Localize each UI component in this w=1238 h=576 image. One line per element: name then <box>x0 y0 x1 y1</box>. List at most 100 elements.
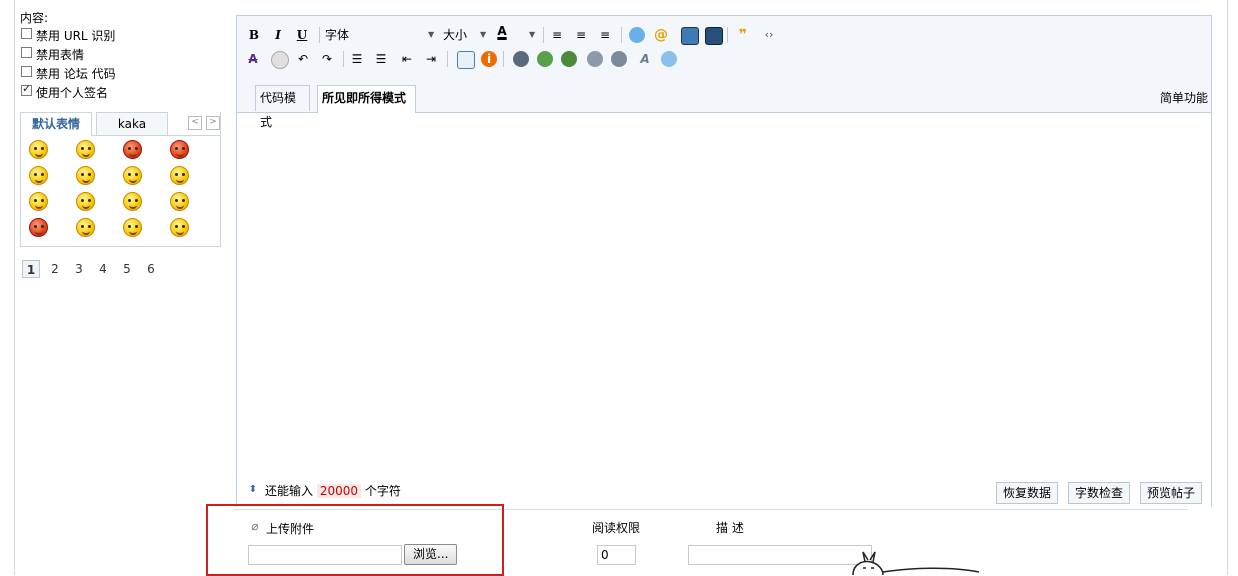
align-left-icon[interactable]: ≡ <box>549 27 565 43</box>
char-count: 20000 <box>316 484 362 498</box>
email-icon[interactable]: @ <box>653 27 669 43</box>
bold-button[interactable]: B <box>247 27 261 43</box>
float-icon[interactable]: A <box>637 51 653 67</box>
restore-data-button[interactable]: 恢复数据 <box>996 482 1059 504</box>
mascot-doodle <box>852 551 980 575</box>
char-counter-suffix: 个字符 <box>364 484 401 498</box>
page-2[interactable]: 2 <box>46 260 64 278</box>
indent-icon[interactable]: ⇥ <box>423 51 439 67</box>
quote-icon[interactable]: ❞ <box>735 27 751 43</box>
media-icon[interactable] <box>705 27 723 45</box>
page-1[interactable]: 1 <box>22 260 40 278</box>
char-counter: 还能输入 20000 个字符 <box>265 482 401 499</box>
undo-icon[interactable]: ↶ <box>295 51 311 67</box>
simple-mode-link[interactable]: 简单功能 <box>1160 89 1208 106</box>
smilies-prev-button[interactable]: < <box>188 116 202 130</box>
smiley-icon[interactable] <box>76 166 95 185</box>
info-icon[interactable]: i <box>481 51 497 67</box>
redo-icon[interactable]: ↷ <box>319 51 335 67</box>
separator <box>319 27 320 43</box>
sandbox-icon[interactable] <box>661 51 677 67</box>
post-form: 内容: 禁用 URL 识别 禁用表情 禁用 论坛 代码 使用个人签名 默认表情 … <box>14 0 1228 575</box>
smiley-icon[interactable] <box>76 192 95 211</box>
smiley-icon[interactable] <box>123 218 142 237</box>
disable-smilies-checkbox[interactable] <box>21 47 32 58</box>
smiley-icon[interactable] <box>29 166 48 185</box>
hide-icon[interactable] <box>611 51 627 67</box>
smiley-icon[interactable] <box>170 192 189 211</box>
read-permission-label: 阅读权限 <box>592 521 641 535</box>
smiley-icon[interactable] <box>123 140 142 159</box>
description-label: 描 述 <box>716 521 744 535</box>
ordered-list-icon[interactable]: ☰ <box>349 51 365 67</box>
tab-wysiwyg-mode[interactable]: 所见即所得模式 <box>317 85 416 113</box>
disable-smilies-label: 禁用表情 <box>36 48 85 62</box>
align-right-icon[interactable]: ≡ <box>597 27 613 43</box>
smiley-icon[interactable] <box>29 218 48 237</box>
preview-post-button[interactable]: 预览帖子 <box>1140 482 1203 504</box>
underline-button[interactable]: U <box>295 27 309 43</box>
editor-toolbar: B I U 字体 ▼ 大小 ▼ A ▼ ≡ ≡ ≡ @ ❞ ‹› A ↶ ↷ ☰… <box>237 16 1211 129</box>
read-permission-input[interactable]: 0 <box>597 545 636 565</box>
tab-default-smilies[interactable]: 默认表情 <box>20 112 92 136</box>
separator <box>543 27 544 43</box>
editor-statusbar: ⬍ 还能输入 20000 个字符 恢复数据 字数检查 预览帖子 <box>236 474 1212 507</box>
smiley-icon[interactable] <box>76 140 95 159</box>
code-icon[interactable]: ‹› <box>761 27 777 43</box>
editor-content-area[interactable] <box>237 113 1211 474</box>
font-select[interactable]: 字体 <box>325 26 435 44</box>
video-icon[interactable] <box>561 51 577 67</box>
disable-url-checkbox[interactable] <box>21 28 32 39</box>
audio-icon[interactable] <box>537 51 553 67</box>
italic-button[interactable]: I <box>271 27 285 43</box>
chevron-down-icon: ▼ <box>480 30 487 39</box>
chevron-down-icon: ▼ <box>529 30 536 39</box>
use-signature-label: 使用个人签名 <box>36 86 109 100</box>
editor: B I U 字体 ▼ 大小 ▼ A ▼ ≡ ≡ ≡ @ ❞ ‹› A ↶ ↷ ☰… <box>236 15 1212 475</box>
smiley-icon[interactable] <box>170 166 189 185</box>
free-icon[interactable] <box>587 51 603 67</box>
resize-icon[interactable]: ⬍ <box>245 482 261 498</box>
font-select-label: 字体 <box>325 28 350 42</box>
highlight-box <box>206 504 504 576</box>
tab-kaka-smilies[interactable]: kaka <box>96 112 168 135</box>
separator <box>447 51 448 67</box>
page-3[interactable]: 3 <box>70 260 88 278</box>
word-count-button[interactable]: 字数检查 <box>1068 482 1131 504</box>
align-center-icon[interactable]: ≡ <box>573 27 589 43</box>
disable-url-label: 禁用 URL 识别 <box>36 29 116 43</box>
chevron-down-icon: ▼ <box>428 30 435 39</box>
remove-format-icon[interactable]: A <box>245 51 261 67</box>
smilies-tabs: 默认表情 kaka < > <box>20 112 220 136</box>
content-label: 内容: <box>20 11 49 25</box>
page-4[interactable]: 4 <box>94 260 112 278</box>
disable-bbcode-checkbox[interactable] <box>21 66 32 77</box>
font-color-button[interactable]: A <box>493 23 511 39</box>
use-signature-checkbox[interactable] <box>21 82 32 96</box>
description-input[interactable] <box>688 545 872 565</box>
image-icon[interactable] <box>681 27 699 45</box>
page-6[interactable]: 6 <box>142 260 160 278</box>
char-counter-prefix: 还能输入 <box>265 484 314 498</box>
outdent-icon[interactable]: ⇤ <box>399 51 415 67</box>
smiley-icon[interactable] <box>170 218 189 237</box>
smiley-icon[interactable] <box>123 192 142 211</box>
smiley-icon[interactable] <box>29 192 48 211</box>
table-icon[interactable] <box>457 51 475 69</box>
page-5[interactable]: 5 <box>118 260 136 278</box>
size-select-label: 大小 <box>443 28 468 42</box>
tab-code-mode[interactable]: 代码模式 <box>255 85 310 129</box>
link-icon[interactable] <box>629 27 645 43</box>
separator <box>343 51 344 67</box>
smiley-icon[interactable] <box>170 140 189 159</box>
smiley-picker-icon[interactable] <box>271 51 289 69</box>
size-select[interactable]: 大小 <box>443 26 483 44</box>
flash-icon[interactable] <box>513 51 529 67</box>
separator <box>503 51 504 67</box>
unordered-list-icon[interactable]: ☰ <box>373 51 389 67</box>
smiley-icon[interactable] <box>76 218 95 237</box>
smiley-icon[interactable] <box>123 166 142 185</box>
separator <box>621 27 622 43</box>
smiley-icon[interactable] <box>29 140 48 159</box>
smilies-next-button[interactable]: > <box>206 116 220 130</box>
